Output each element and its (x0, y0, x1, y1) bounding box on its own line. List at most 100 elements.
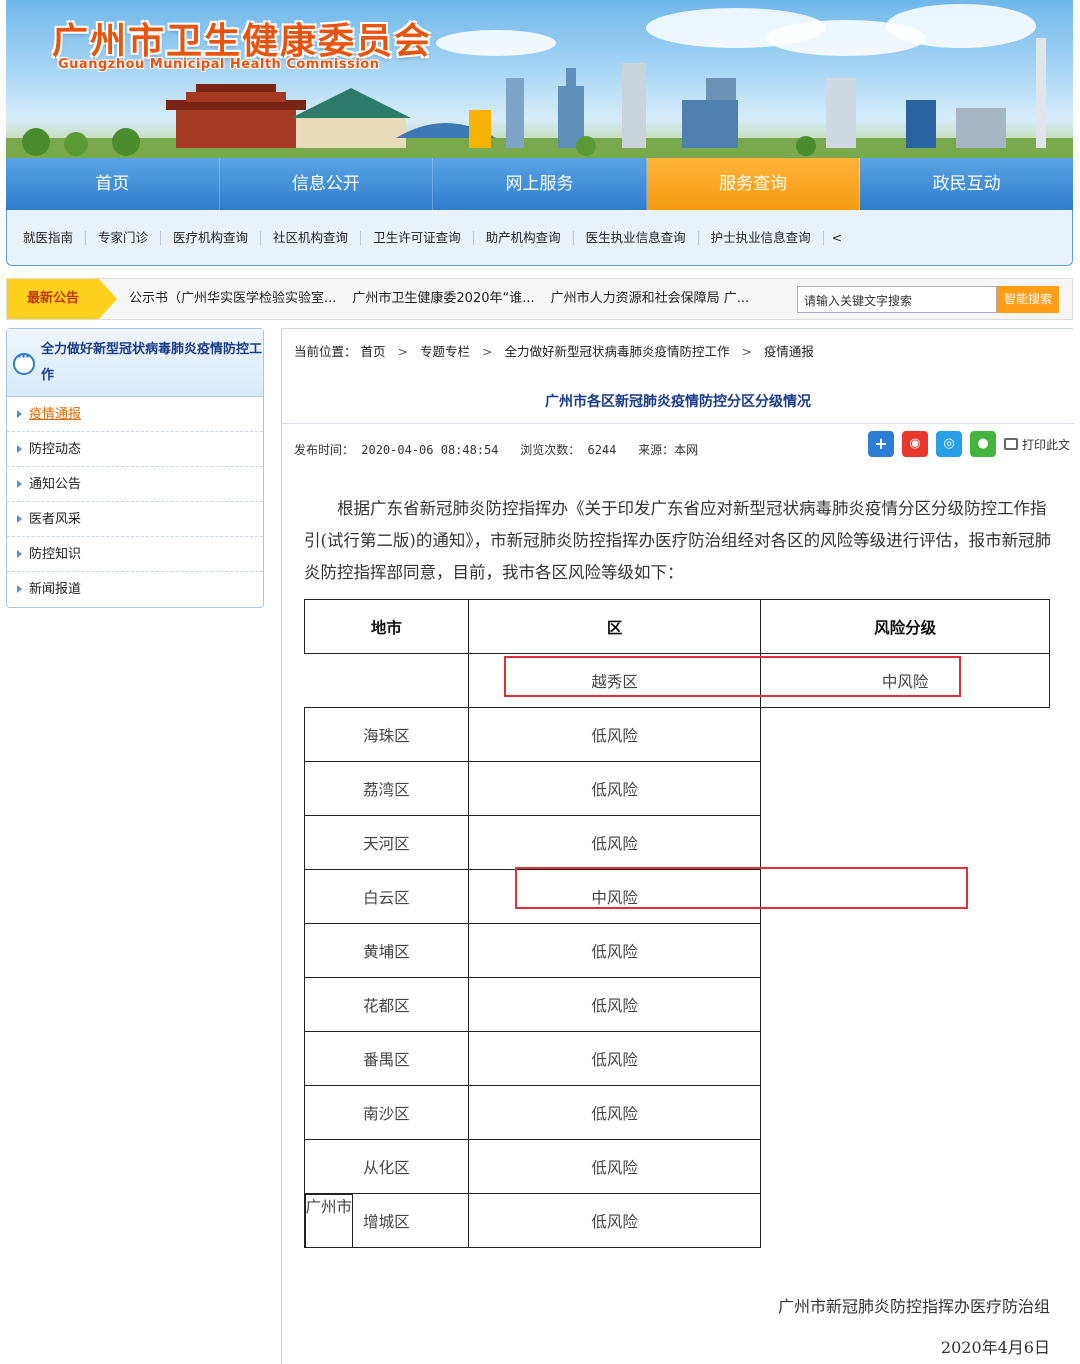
share-more-icon[interactable]: + (868, 431, 894, 457)
subnav-medical-guide[interactable]: 就医指南 (23, 230, 87, 245)
district-cell: 从化区 (304, 1139, 469, 1194)
subnav-scroll-left-button[interactable]: < (824, 230, 842, 245)
sidebar-item-medical-staff[interactable]: 医者风采 (7, 502, 263, 537)
nav-home[interactable]: 首页 (6, 158, 220, 210)
title-divider (282, 423, 1074, 424)
wechat-icon[interactable]: ● (970, 431, 996, 457)
district-cell: 白云区 (304, 869, 469, 924)
main-nav: 首页 信息公开 网上服务 服务查询 政民互动 (6, 158, 1073, 210)
district-cell: 黄埔区 (304, 923, 469, 978)
article-paragraph: 根据广东省新冠肺炎防控指挥办《关于印发广东省应对新型冠状病毒肺炎疫情分区分级防控… (304, 499, 1052, 582)
risk-cell: 低风险 (467, 1085, 762, 1140)
breadcrumb-special-column[interactable]: 专题专栏 (420, 344, 470, 359)
nav-public-interaction[interactable]: 政民互动 (860, 158, 1073, 210)
tencent-weibo-icon[interactable]: ◎ (936, 431, 962, 457)
risk-cell: 低风险 (467, 1031, 762, 1086)
article-meta: 发布时间： 2020-04-06 08:48:54 浏览次数： 6244 来源：… (294, 441, 698, 458)
subnav-license-query[interactable]: 卫生许可证查询 (361, 230, 474, 245)
sidebar-item-notices[interactable]: 通知公告 (7, 467, 263, 502)
table-row: 花都区 低风险 (304, 977, 1050, 1032)
search-input[interactable]: 请输入关键文字搜索 (797, 286, 997, 313)
district-cell: 海珠区 (304, 707, 469, 762)
subnav-medical-institution-query[interactable]: 医疗机构查询 (161, 230, 262, 245)
views-label: 浏览次数： (520, 443, 581, 457)
sidebar-item-news-reports[interactable]: 新闻报道 (7, 572, 263, 607)
risk-cell: 低风险 (467, 1139, 762, 1194)
risk-cell: 中风险 (467, 869, 762, 924)
weibo-icon[interactable]: ◉ (902, 431, 928, 457)
chat-bubble-icon (13, 350, 35, 375)
breadcrumb-separator: > (397, 344, 408, 359)
article-content: 当前位置： 首页 > 专题专栏 > 全力做好新型冠状病毒肺炎疫情防控工作 > 疫… (281, 328, 1074, 1364)
publish-time-label: 发布时间： (294, 443, 355, 457)
table-row: 黄埔区 低风险 (304, 923, 1050, 978)
breadcrumb-home[interactable]: 首页 (361, 344, 386, 359)
printer-icon (1004, 438, 1018, 450)
header-banner: 广州市卫生健康委员会 Guangzhou Municipal Health Co… (6, 0, 1073, 158)
table-row: 增城区 低风险 (304, 1193, 1050, 1248)
city-cell: 广州市 (304, 1193, 354, 1248)
table-row: 白云区 中风险 (304, 869, 1050, 924)
table-header-row: 地市 区 风险分级 (304, 599, 1050, 654)
breadcrumb-separator: > (741, 344, 752, 359)
breadcrumb-separator: > (481, 344, 493, 359)
sidebar: 全力做好新型冠状病毒肺炎疫情防控工作 疫情通报 防控动态 通知公告 医者风采 防… (6, 328, 264, 608)
table-row: 番禺区 低风险 (304, 1031, 1050, 1086)
sidebar-title[interactable]: 全力做好新型冠状病毒肺炎疫情防控工作 (41, 337, 263, 389)
subnav-expert-clinic[interactable]: 专家门诊 (86, 230, 162, 245)
sidebar-header: 全力做好新型冠状病毒肺炎疫情防控工作 (7, 329, 263, 397)
source-value: 本网 (674, 443, 699, 457)
district-cell: 南沙区 (304, 1085, 469, 1140)
district-cell: 越秀区 (467, 653, 762, 708)
notice-tag: 最新公告 (7, 279, 117, 319)
district-cell: 荔湾区 (304, 761, 469, 816)
nav-online-service[interactable]: 网上服务 (433, 158, 647, 210)
source-label: 来源： (638, 443, 675, 457)
header-city: 地市 (304, 599, 469, 654)
print-label: 打印此文 (1022, 437, 1071, 452)
share-toolbar: + ◉ ◎ ● 打印此文 (868, 431, 1070, 457)
header-risk-level: 风险分级 (760, 599, 1050, 654)
risk-cell: 低风险 (467, 815, 762, 870)
notice-item[interactable]: 广州市人力资源和社会保障局 广... (551, 279, 750, 319)
notice-item[interactable]: 公示书（广州华实医学检验实验室... (129, 279, 336, 319)
site-subtitle: Guangzhou Municipal Health Commission (58, 57, 380, 72)
notice-item[interactable]: 广州市卫生健康委2020年“谁... (352, 279, 534, 319)
risk-cell: 中风险 (760, 653, 1050, 708)
subnav-community-institution-query[interactable]: 社区机构查询 (261, 230, 362, 245)
risk-cell: 低风险 (467, 977, 762, 1032)
district-cell: 天河区 (304, 815, 469, 870)
views-count: 6244 (587, 443, 617, 457)
article-title: 广州市各区新冠肺炎疫情防控分区分级情况 (545, 394, 811, 410)
breadcrumb-prefix: 当前位置： (294, 344, 357, 359)
risk-cell: 低风险 (467, 923, 762, 978)
header-district: 区 (467, 599, 762, 654)
sidebar-item-epidemic-report[interactable]: 疫情通报 (7, 397, 263, 432)
table-row: 广州市 越秀区 中风险 (304, 653, 1050, 1248)
breadcrumb-epidemic-work[interactable]: 全力做好新型冠状病毒肺炎疫情防控工作 (504, 344, 729, 359)
sidebar-item-prevention-news[interactable]: 防控动态 (7, 432, 263, 467)
subnav-nurse-query[interactable]: 护士执业信息查询 (699, 230, 824, 245)
subnav-midwifery-query[interactable]: 助产机构查询 (474, 230, 574, 245)
print-button[interactable]: 打印此文 (1004, 436, 1070, 453)
risk-level-table: 地市 区 风险分级 广州市 越秀区 中风险 海珠区 低风险 荔湾区 低风险 天河… (304, 599, 1050, 1248)
table-row: 海珠区 低风险 (304, 707, 1050, 762)
risk-cell: 低风险 (467, 707, 762, 762)
table-row: 荔湾区 低风险 (304, 761, 1050, 816)
breadcrumb-epidemic-report[interactable]: 疫情通报 (764, 344, 814, 359)
nav-service-query[interactable]: 服务查询 (646, 158, 861, 210)
publish-time: 2020-04-06 08:48:54 (361, 443, 499, 457)
breadcrumb: 当前位置： 首页 > 专题专栏 > 全力做好新型冠状病毒肺炎疫情防控工作 > 疫… (294, 341, 814, 360)
subnav-doctor-query[interactable]: 医生执业信息查询 (574, 230, 699, 245)
sub-nav: 就医指南 专家门诊 医疗机构查询 社区机构查询 卫生许可证查询 助产机构查询 医… (6, 210, 1073, 266)
signature: 广州市新冠肺炎防控指挥办医疗防治组 (777, 1297, 1050, 1316)
table-row: 天河区 低风险 (304, 815, 1050, 870)
district-cell: 番禺区 (304, 1031, 469, 1086)
smart-search-button[interactable]: 智能搜索 (997, 286, 1059, 313)
notice-list: 公示书（广州华实医学检验实验室... 广州市卫生健康委2020年“谁... 广州… (129, 279, 749, 319)
risk-cell: 低风险 (467, 1193, 762, 1248)
risk-cell: 低风险 (467, 761, 762, 816)
table-row: 从化区 低风险 (304, 1139, 1050, 1194)
sidebar-item-prevention-knowledge[interactable]: 防控知识 (7, 537, 263, 572)
nav-info-disclosure[interactable]: 信息公开 (220, 158, 434, 210)
